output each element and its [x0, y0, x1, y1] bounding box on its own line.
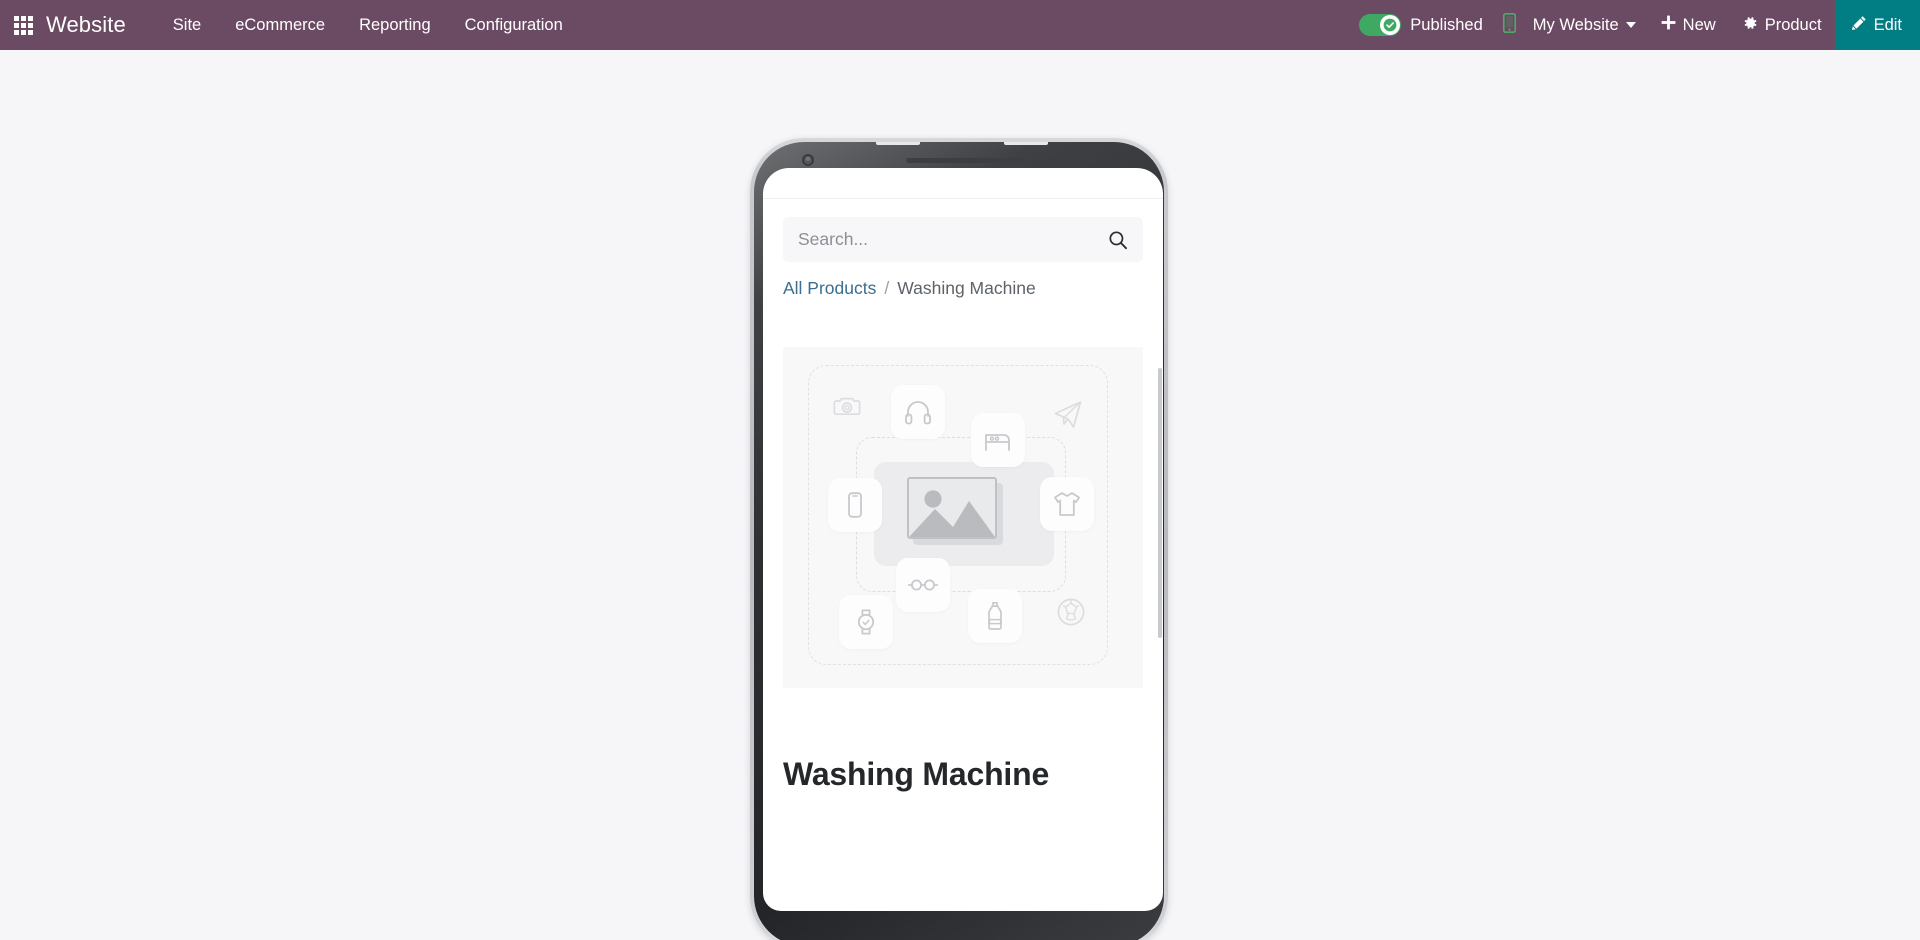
edit-button[interactable]: Edit	[1834, 0, 1920, 50]
antenna-line-top-left	[876, 142, 920, 145]
placeholder-canvas	[802, 357, 1124, 679]
new-button[interactable]: New	[1648, 0, 1729, 50]
device-screen: Search... All Products / Washing Machine	[763, 168, 1163, 911]
grid-apps-icon	[13, 15, 33, 35]
website-preview-content: Search... All Products / Washing Machine	[763, 168, 1163, 911]
check-circle-icon	[1380, 15, 1401, 35]
search-icon[interactable]	[1106, 228, 1130, 252]
headphones-icon	[891, 384, 945, 439]
football-icon	[1054, 595, 1088, 629]
preview-stage: Search... All Products / Washing Machine	[0, 50, 1920, 940]
menu-item-site[interactable]: Site	[156, 0, 218, 50]
search-placeholder: Search...	[798, 229, 869, 249]
publish-switch[interactable]	[1359, 14, 1402, 36]
antenna-line-top-right	[1004, 142, 1048, 145]
breadcrumb-current: Washing Machine	[897, 278, 1036, 298]
pencil-icon	[1851, 15, 1867, 36]
mobile-preview-device: Search... All Products / Washing Machine	[750, 138, 1168, 940]
plus-icon	[1661, 15, 1676, 35]
search-input[interactable]: Search...	[783, 217, 1143, 262]
tshirt-icon	[1040, 476, 1094, 531]
mobile-preview-toggle[interactable]	[1493, 0, 1527, 50]
bed-icon	[971, 412, 1025, 467]
earpiece-speaker-icon	[906, 158, 1026, 163]
product-settings-button[interactable]: Product	[1729, 0, 1835, 50]
new-button-label: New	[1682, 15, 1716, 34]
app-brand-website[interactable]: Website	[46, 12, 134, 38]
airplane-icon	[1050, 395, 1086, 431]
chevron-down-icon	[1625, 22, 1636, 28]
menu-item-reporting[interactable]: Reporting	[342, 0, 448, 50]
breadcrumb-all-products[interactable]: All Products	[783, 278, 876, 299]
website-selector[interactable]: My Website	[1527, 0, 1648, 50]
front-camera-icon	[802, 154, 814, 166]
product-settings-label: Product	[1764, 15, 1822, 34]
watch-icon	[839, 594, 893, 649]
breadcrumb-separator: /	[884, 278, 890, 298]
publish-toggle[interactable]: Published	[1355, 0, 1492, 50]
breadcrumb: All Products / Washing Machine	[783, 278, 1143, 299]
apps-menu-button[interactable]	[0, 0, 46, 50]
website-selector-label: My Website	[1532, 15, 1619, 34]
site-header-strip	[763, 168, 1163, 199]
mobile-phone-icon	[1503, 12, 1517, 38]
product-title: Washing Machine	[783, 756, 1050, 792]
device-bezel: Search... All Products / Washing Machine	[754, 142, 1164, 940]
publish-status-label: Published	[1410, 15, 1483, 34]
glasses-icon	[896, 557, 950, 612]
bottle-icon	[968, 588, 1022, 643]
product-image-placeholder[interactable]	[783, 347, 1143, 688]
smartphone-icon	[828, 477, 882, 532]
image-placeholder-icon	[907, 476, 997, 539]
gear-icon	[1742, 15, 1758, 36]
edit-button-label: Edit	[1873, 15, 1902, 34]
top-navbar: Website Site eCommerce Reporting Configu…	[0, 0, 1920, 50]
menu-item-ecommerce[interactable]: eCommerce	[218, 0, 342, 50]
vertical-scrollbar[interactable]	[1158, 368, 1162, 638]
navbar-right-group: Published My Website New Product Edit	[1355, 0, 1920, 50]
menu-item-configuration[interactable]: Configuration	[448, 0, 580, 50]
camera-icon	[830, 389, 864, 423]
